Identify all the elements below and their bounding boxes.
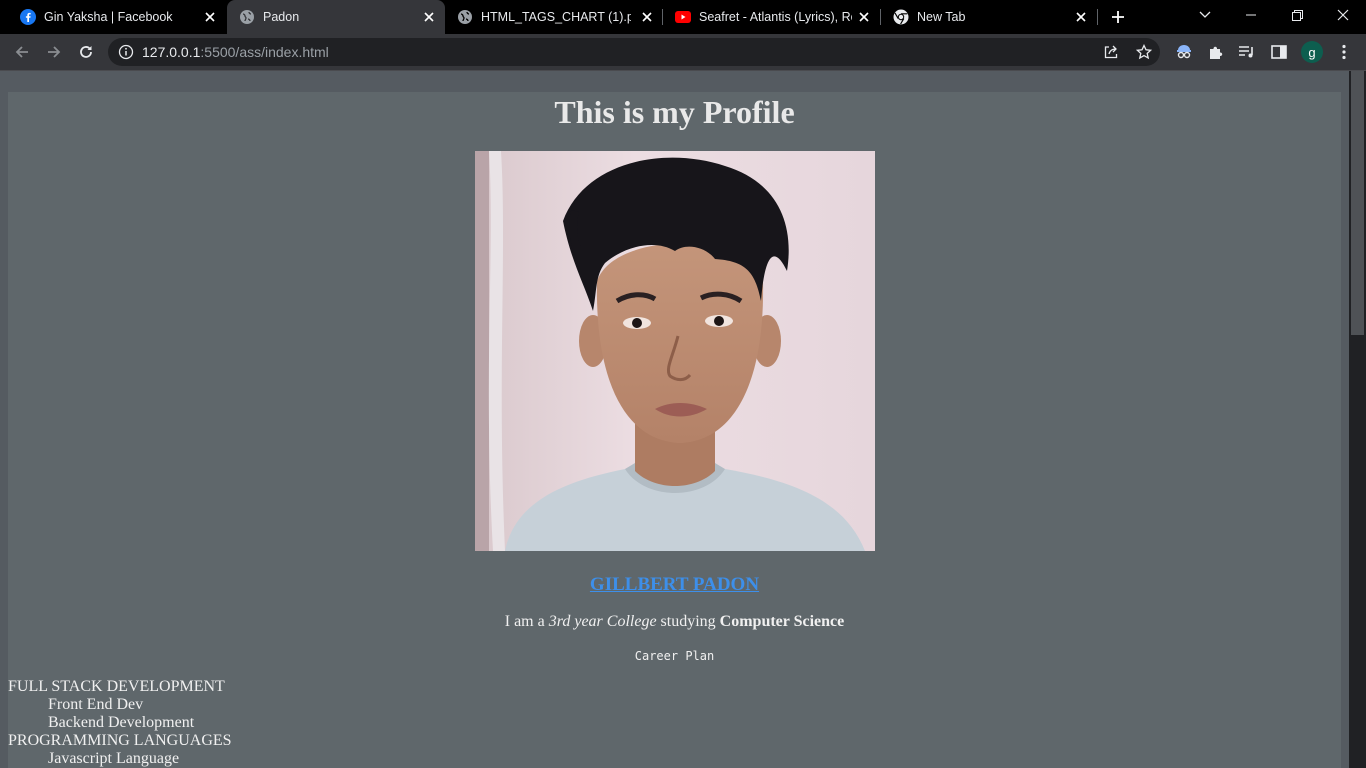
bio-prefix: I am a	[504, 613, 549, 630]
career-plan-label: Career Plan	[634, 649, 715, 663]
name-link[interactable]: GILLBERT PADON	[590, 574, 759, 595]
restore-button[interactable]	[1274, 0, 1320, 30]
url-host: 127.0.0.1	[142, 44, 201, 60]
tab-title: Gin Yaksha | Facebook	[44, 10, 173, 24]
info-icon[interactable]	[118, 44, 134, 60]
tab-seafret-atlantis[interactable]: Seafret - Atlantis (Lyrics), Rex	[663, 0, 880, 34]
minimize-button[interactable]	[1228, 0, 1274, 30]
vertical-scrollbar[interactable]	[1349, 71, 1366, 768]
name-link-container: GILLBERT PADON	[8, 574, 1341, 596]
page-viewport: This is my Profile GILLBERT PADON I am a…	[0, 71, 1349, 768]
side-panel-icon[interactable]	[1270, 43, 1288, 61]
url-path: :5500/ass/index.html	[200, 44, 329, 60]
close-icon[interactable]	[202, 9, 218, 25]
browser-toolbar: 127.0.0.1:5500/ass/index.html g	[0, 34, 1366, 71]
chevron-down-icon	[1199, 11, 1211, 18]
new-tab-button[interactable]	[1106, 5, 1130, 29]
menu-dots-icon[interactable]	[1335, 43, 1353, 61]
close-icon[interactable]	[421, 9, 437, 25]
globe-icon	[457, 9, 473, 25]
plus-icon	[1112, 11, 1124, 23]
close-window-button[interactable]	[1320, 0, 1366, 30]
profile-photo	[475, 151, 875, 551]
url-text[interactable]: 127.0.0.1:5500/ass/index.html	[142, 44, 329, 60]
page-heading: This is my Profile	[554, 94, 795, 130]
tab-html-tags-chart[interactable]: HTML_TAGS_CHART (1).pdf	[445, 0, 662, 34]
scrollbar-thumb[interactable]	[1351, 71, 1364, 335]
close-icon	[1337, 9, 1349, 21]
puzzle-icon[interactable]	[1207, 43, 1225, 61]
plan-item: Front End Dev	[48, 696, 144, 713]
tab-strip: Gin Yaksha | Facebook Padon HTML_TAGS_CH…	[0, 0, 1366, 34]
bio-text: I am a 3rd year College studying Compute…	[8, 613, 1341, 631]
plan-item: Javascript Language	[48, 750, 180, 767]
tab-title: Seafret - Atlantis (Lyrics), Rex	[699, 10, 852, 24]
bookmark-star-icon[interactable]	[1135, 43, 1153, 61]
share-icon[interactable]	[1102, 43, 1120, 61]
tab-separator	[1097, 9, 1098, 25]
reload-icon	[80, 46, 92, 58]
tab-search-button[interactable]	[1182, 0, 1228, 30]
media-queue-icon[interactable]	[1238, 43, 1256, 61]
plan-term: PROGRAMMING LANGUAGES	[8, 732, 232, 749]
globe-icon	[239, 9, 255, 25]
bio-middle: studying	[656, 613, 720, 630]
address-bar[interactable]: 127.0.0.1:5500/ass/index.html	[108, 38, 1160, 66]
facebook-icon	[20, 9, 36, 25]
plan-term: FULL STACK DEVELOPMENT	[8, 678, 225, 695]
tab-title: Padon	[263, 10, 300, 24]
tab-new-tab[interactable]: New Tab	[881, 0, 1098, 34]
extension-spy-icon[interactable]	[1175, 43, 1193, 61]
reload-button[interactable]	[72, 38, 100, 66]
profile-page: This is my Profile GILLBERT PADON I am a…	[8, 92, 1341, 768]
youtube-icon	[675, 9, 691, 25]
back-button[interactable]	[8, 38, 36, 66]
bio-course: Computer Science	[719, 613, 845, 630]
close-icon[interactable]	[639, 9, 655, 25]
close-icon[interactable]	[856, 9, 872, 25]
career-plan-list: FULL STACK DEVELOPMENT Front End Dev Bac…	[8, 678, 1341, 768]
bio-year: 3rd year College	[548, 613, 657, 630]
tab-title: HTML_TAGS_CHART (1).pdf	[481, 10, 631, 24]
profile-avatar[interactable]: g	[1301, 41, 1323, 63]
arrow-right-icon	[48, 46, 61, 58]
tab-facebook[interactable]: Gin Yaksha | Facebook	[8, 0, 226, 34]
restore-icon	[1291, 9, 1303, 21]
minimize-icon	[1246, 14, 1256, 16]
tab-padon[interactable]: Padon	[227, 0, 445, 34]
arrow-left-icon	[15, 46, 28, 58]
chrome-icon	[893, 9, 909, 25]
tab-title: New Tab	[917, 10, 966, 24]
close-icon[interactable]	[1073, 9, 1089, 25]
plan-item: Backend Development	[48, 714, 195, 731]
forward-button[interactable]	[40, 38, 68, 66]
